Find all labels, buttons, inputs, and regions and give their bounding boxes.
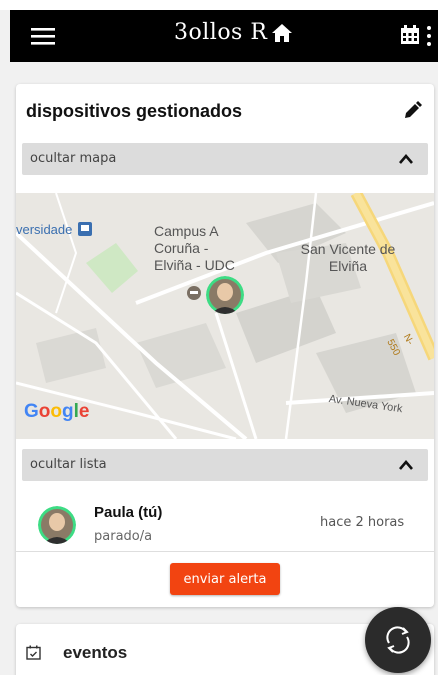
map-label-universidade: versidade [16, 222, 73, 237]
menu-icon[interactable] [30, 23, 56, 49]
map-toggle[interactable]: ocultar mapa [22, 143, 428, 175]
chevron-up-icon [399, 154, 413, 164]
google-attribution: Google [24, 401, 90, 422]
more-vert-icon[interactable] [424, 24, 434, 48]
divider [16, 551, 434, 552]
map-label-campus: Campus A Coruña - Elviña - UDC [154, 223, 235, 273]
list-toggle[interactable]: ocultar lista [22, 449, 428, 481]
app-bar: 3ollos R [10, 10, 438, 62]
refresh-icon [386, 626, 410, 654]
refresh-button[interactable] [365, 607, 431, 673]
pencil-icon[interactable] [402, 101, 422, 121]
devices-card: dispositivos gestionados ocultar mapa ve… [16, 84, 434, 607]
map-label-san-vicente: San Vicente de Elviña [300, 241, 396, 274]
person-status: parado/a [94, 529, 153, 544]
map-toggle-label: ocultar mapa [30, 151, 117, 166]
list-toggle-label: ocultar lista [30, 457, 107, 472]
person-name: Paula (tú) [94, 504, 163, 521]
chevron-up-icon [399, 460, 413, 470]
home-icon[interactable] [271, 22, 293, 44]
status-strip [0, 0, 438, 10]
person-last-seen: hace 2 horas [320, 515, 405, 530]
devices-card-title: dispositivos gestionados [26, 101, 243, 121]
calendar-icon[interactable] [400, 25, 420, 45]
calendar-icon [26, 645, 41, 660]
map-view[interactable]: versidade Campus A Coruña - Elviña - UDC… [16, 193, 434, 439]
avatar [38, 506, 76, 544]
map-user-marker[interactable] [206, 276, 244, 314]
events-title: eventos [63, 643, 128, 662]
app-title: 3ollos R [174, 20, 268, 45]
send-alert-button[interactable]: enviar alerta [170, 563, 280, 595]
avatar [206, 276, 244, 314]
